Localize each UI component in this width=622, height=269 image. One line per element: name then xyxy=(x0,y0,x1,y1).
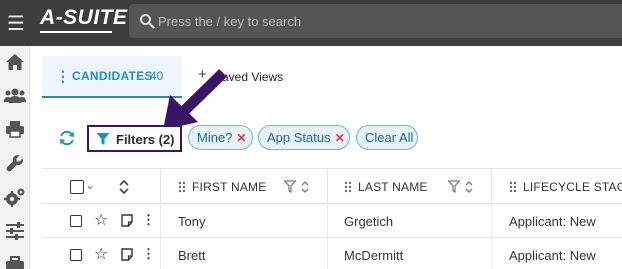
column-divider xyxy=(327,169,328,205)
global-search[interactable] xyxy=(129,4,622,38)
table-header: ⌄ FIRST NAME LAST NAME LIFECYCLE STAGE xyxy=(42,168,622,205)
printer-icon[interactable] xyxy=(3,117,27,141)
toolbox-icon[interactable] xyxy=(3,251,27,269)
filter-chip-app-status[interactable]: App Status ✕ xyxy=(258,125,350,150)
tab-menu-icon[interactable]: ⋮ xyxy=(56,68,70,85)
drag-handle-icon[interactable] xyxy=(344,181,352,193)
cell-last-name[interactable]: McDermitt xyxy=(344,248,403,263)
column-sort-icon[interactable] xyxy=(300,179,310,195)
note-icon[interactable] xyxy=(121,248,133,261)
top-bar: ☰ A-SUITE xyxy=(0,0,622,46)
star-icon[interactable]: ☆ xyxy=(94,244,108,263)
remove-filter-icon[interactable]: ✕ xyxy=(236,131,246,145)
column-filter-icon[interactable] xyxy=(448,180,460,193)
filter-chip-label: App Status xyxy=(267,130,331,145)
app-logo[interactable]: A-SUITE xyxy=(40,6,128,30)
column-divider xyxy=(327,238,328,269)
search-input[interactable] xyxy=(158,4,618,38)
row-menu-icon[interactable]: ⋮ xyxy=(142,212,155,228)
remove-filter-icon[interactable]: ✕ xyxy=(335,131,345,145)
filter-chip-mine[interactable]: Mine? ✕ xyxy=(188,125,253,150)
people-icon[interactable] xyxy=(3,83,27,107)
refresh-icon[interactable] xyxy=(58,129,76,147)
table-row[interactable]: ☆ ⋮ Brett McDermitt Applicant: New xyxy=(42,238,622,269)
filters-button-label: Filters (2) xyxy=(116,132,175,147)
logo-underline xyxy=(40,31,112,33)
column-divider xyxy=(160,238,161,269)
cell-lifecycle-stage[interactable]: Applicant: New xyxy=(509,248,596,263)
select-all-checkbox[interactable] xyxy=(70,180,84,194)
filters-button[interactable]: Filters (2) xyxy=(87,125,182,152)
column-divider xyxy=(327,204,328,238)
star-icon[interactable]: ☆ xyxy=(94,210,108,229)
hamburger-menu-icon[interactable]: ☰ xyxy=(0,0,32,46)
filter-chip-label: Mine? xyxy=(197,130,233,145)
home-icon[interactable] xyxy=(3,50,27,74)
column-divider xyxy=(160,204,161,238)
cell-last-name[interactable]: Grgetich xyxy=(344,214,393,229)
column-divider xyxy=(491,238,492,269)
column-header-first-name[interactable]: FIRST NAME xyxy=(192,180,266,194)
chevron-down-icon[interactable]: ⌄ xyxy=(85,178,95,192)
gears-icon[interactable] xyxy=(3,185,27,209)
drag-handle-icon[interactable] xyxy=(178,181,186,193)
table-row[interactable]: ☆ ⋮ Tony Grgetich Applicant: New xyxy=(42,204,622,238)
column-header-lifecycle-stage[interactable]: LIFECYCLE STAGE xyxy=(523,180,622,194)
column-divider xyxy=(491,169,492,205)
tab-candidates-label: CANDIDATES xyxy=(72,69,153,83)
column-sort-icon[interactable] xyxy=(464,179,474,195)
row-menu-icon[interactable]: ⋮ xyxy=(142,246,155,262)
clear-all-button[interactable]: Clear All xyxy=(356,125,418,150)
row-checkbox[interactable] xyxy=(70,249,82,261)
clear-all-label: Clear All xyxy=(365,130,414,145)
sidebar-nav xyxy=(0,46,30,269)
filter-icon xyxy=(96,133,110,145)
search-icon xyxy=(140,14,155,29)
column-header-last-name[interactable]: LAST NAME xyxy=(358,180,428,194)
cell-first-name[interactable]: Brett xyxy=(178,248,205,263)
cell-lifecycle-stage[interactable]: Applicant: New xyxy=(509,214,596,229)
sort-icon[interactable] xyxy=(118,178,130,196)
column-divider xyxy=(160,169,161,205)
drag-handle-icon[interactable] xyxy=(509,181,517,193)
row-checkbox[interactable] xyxy=(70,215,82,227)
note-icon[interactable] xyxy=(121,214,133,227)
sliders-icon[interactable] xyxy=(3,219,27,243)
wrench-icon[interactable] xyxy=(3,151,27,175)
column-divider xyxy=(491,204,492,238)
annotation-arrow-icon xyxy=(163,69,227,130)
column-filter-icon[interactable] xyxy=(284,180,296,193)
cell-first-name[interactable]: Tony xyxy=(178,214,205,229)
